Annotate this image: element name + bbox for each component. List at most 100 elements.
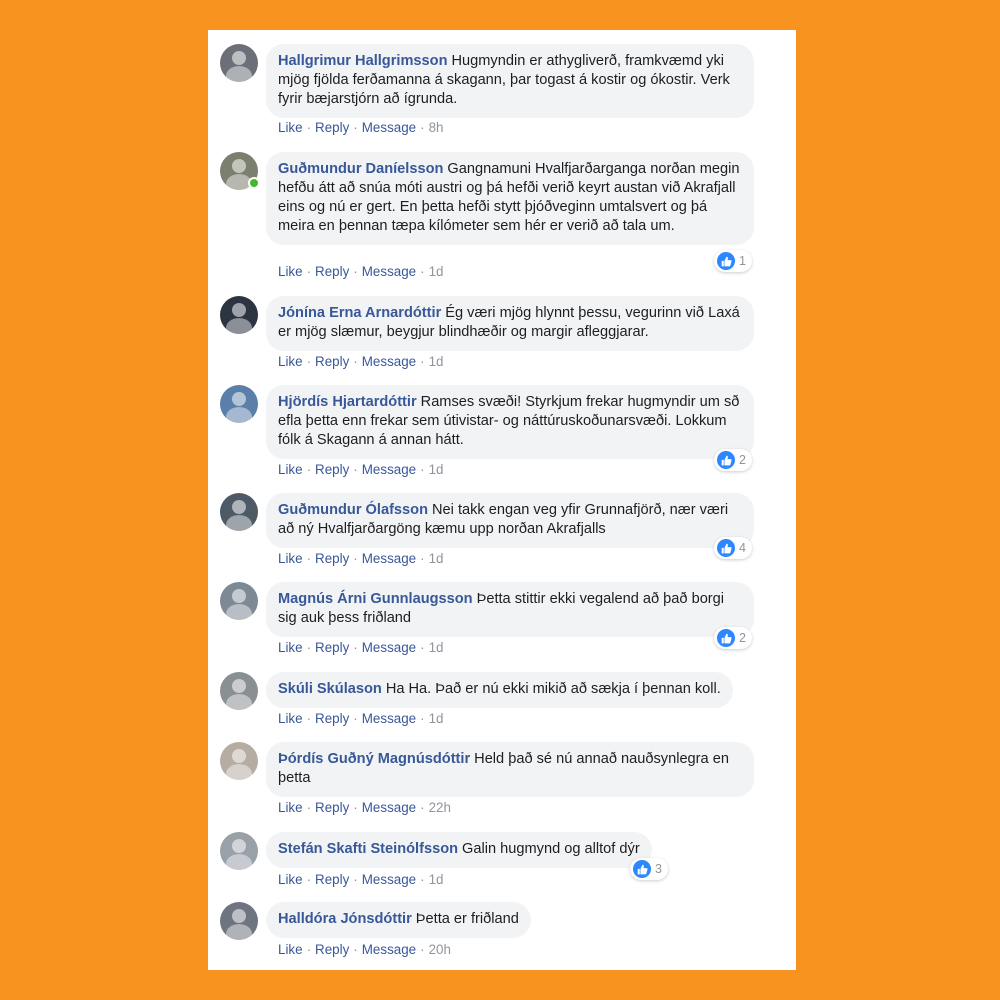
comment-timestamp[interactable]: 22h [429,800,451,815]
avatar[interactable] [220,902,258,940]
like-link[interactable]: Like [278,462,303,477]
like-link[interactable]: Like [278,942,303,957]
reply-link[interactable]: Reply [315,640,349,655]
separator: · [353,872,358,887]
avatar[interactable] [220,582,258,620]
reply-link[interactable]: Reply [315,711,349,726]
separator: · [353,354,358,369]
comment-bubble: Hjördís Hjartardóttir Ramses svæði! Styrk… [266,385,754,459]
separator: · [353,800,358,815]
separator: · [420,640,425,655]
like-link[interactable]: Like [278,800,303,815]
comment-bubble: Jónína Erna Arnardóttir Ég væri mjög hlyn… [266,296,754,351]
comment-author[interactable]: Þórdís Guðný Magnúsdóttir [278,751,470,767]
reaction-count[interactable]: 3 [630,858,668,880]
reply-link[interactable]: Reply [315,942,349,957]
comment-author[interactable]: Magnús Árni Gunnlaugsson [278,591,473,607]
avatar[interactable] [220,44,258,82]
separator: · [420,264,425,279]
comment-bubble: Hallgrimur Hallgrimsson Hugmyndin er athy… [266,44,754,118]
message-link[interactable]: Message [362,462,416,477]
avatar[interactable] [220,832,258,870]
comment-author[interactable]: Halldóra Jónsdóttir [278,911,412,927]
reply-link[interactable]: Reply [315,462,349,477]
comment-timestamp[interactable]: 1d [429,872,444,887]
separator: · [306,800,312,815]
message-link[interactable]: Message [362,551,416,566]
separator: · [306,264,312,279]
comment-author[interactable]: Stefán Skafti Steinólfsson [278,841,458,857]
like-count: 1 [739,254,746,268]
comment-actions: Like · Reply · Message · 1d [278,551,443,566]
reply-link[interactable]: Reply [315,120,349,135]
message-link[interactable]: Message [362,354,416,369]
reaction-count[interactable]: 2 [714,449,752,471]
comment-actions: Like · Reply · Message · 1d [278,354,443,369]
separator: · [306,942,312,957]
like-link[interactable]: Like [278,551,303,566]
like-link[interactable]: Like [278,120,303,135]
avatar[interactable] [220,742,258,780]
comment-timestamp[interactable]: 1d [429,711,444,726]
avatar[interactable] [220,493,258,531]
comment-author[interactable]: Hjördís Hjartardóttir [278,394,417,410]
reply-link[interactable]: Reply [315,800,349,815]
comment-author[interactable]: Hallgrimur Hallgrimsson [278,53,448,69]
avatar[interactable] [220,296,258,334]
like-link[interactable]: Like [278,354,303,369]
comment-timestamp[interactable]: 1d [429,462,444,477]
like-link[interactable]: Like [278,711,303,726]
separator: · [353,711,358,726]
comment-bubble: Skúli Skúlason Ha Ha. Það er nú ekki miki… [266,672,733,708]
avatar[interactable] [220,672,258,710]
reply-link[interactable]: Reply [315,354,349,369]
message-link[interactable]: Message [362,711,416,726]
separator: · [420,942,425,957]
comment-timestamp[interactable]: 8h [429,120,444,135]
reply-link[interactable]: Reply [315,264,349,279]
comment-timestamp[interactable]: 1d [429,551,444,566]
separator: · [353,551,358,566]
comment-actions: Like · Reply · Message · 22h [278,800,451,815]
message-link[interactable]: Message [362,942,416,957]
comment-bubble: Magnús Árni Gunnlaugsson Þetta stittir ek… [266,582,754,637]
message-link[interactable]: Message [362,800,416,815]
reply-link[interactable]: Reply [315,872,349,887]
comment-timestamp[interactable]: 1d [429,264,444,279]
avatar[interactable] [220,385,258,423]
like-link[interactable]: Like [278,640,303,655]
reaction-count[interactable]: 1 [714,250,752,272]
comment-timestamp[interactable]: 1d [429,354,444,369]
comment-author[interactable]: Skúli Skúlason [278,681,382,697]
like-link[interactable]: Like [278,872,303,887]
separator: · [353,942,358,957]
comment-actions: Like · Reply · Message · 1d [278,640,443,655]
reaction-count[interactable]: 4 [714,537,752,559]
comment-timestamp[interactable]: 20h [429,942,451,957]
separator: · [353,640,358,655]
comment-author[interactable]: Jónína Erna Arnardóttir [278,305,441,321]
separator: · [420,711,425,726]
comment-actions: Like · Reply · Message · 1d [278,264,443,279]
like-link[interactable]: Like [278,264,303,279]
comment-actions: Like · Reply · Message · 1d [278,711,443,726]
message-link[interactable]: Message [362,264,416,279]
comment-text: Þetta er friðland [415,911,519,927]
thumbs-up-icon [717,451,735,469]
comment-author[interactable]: Guðmundur Daníelsson [278,161,443,177]
separator: · [420,551,425,566]
message-link[interactable]: Message [362,120,416,135]
comment-author[interactable]: Guðmundur Ólafsson [278,502,428,518]
like-count: 2 [739,631,746,645]
reaction-count[interactable]: 2 [714,627,752,649]
separator: · [420,462,425,477]
message-link[interactable]: Message [362,872,416,887]
thumbs-up-icon [633,860,651,878]
separator: · [306,354,312,369]
message-link[interactable]: Message [362,640,416,655]
reply-link[interactable]: Reply [315,551,349,566]
separator: · [353,264,358,279]
comment-timestamp[interactable]: 1d [429,640,444,655]
comment-actions: Like · Reply · Message · 20h [278,942,451,957]
comment-bubble: Guðmundur Ólafsson Nei takk engan veg yfi… [266,493,754,548]
